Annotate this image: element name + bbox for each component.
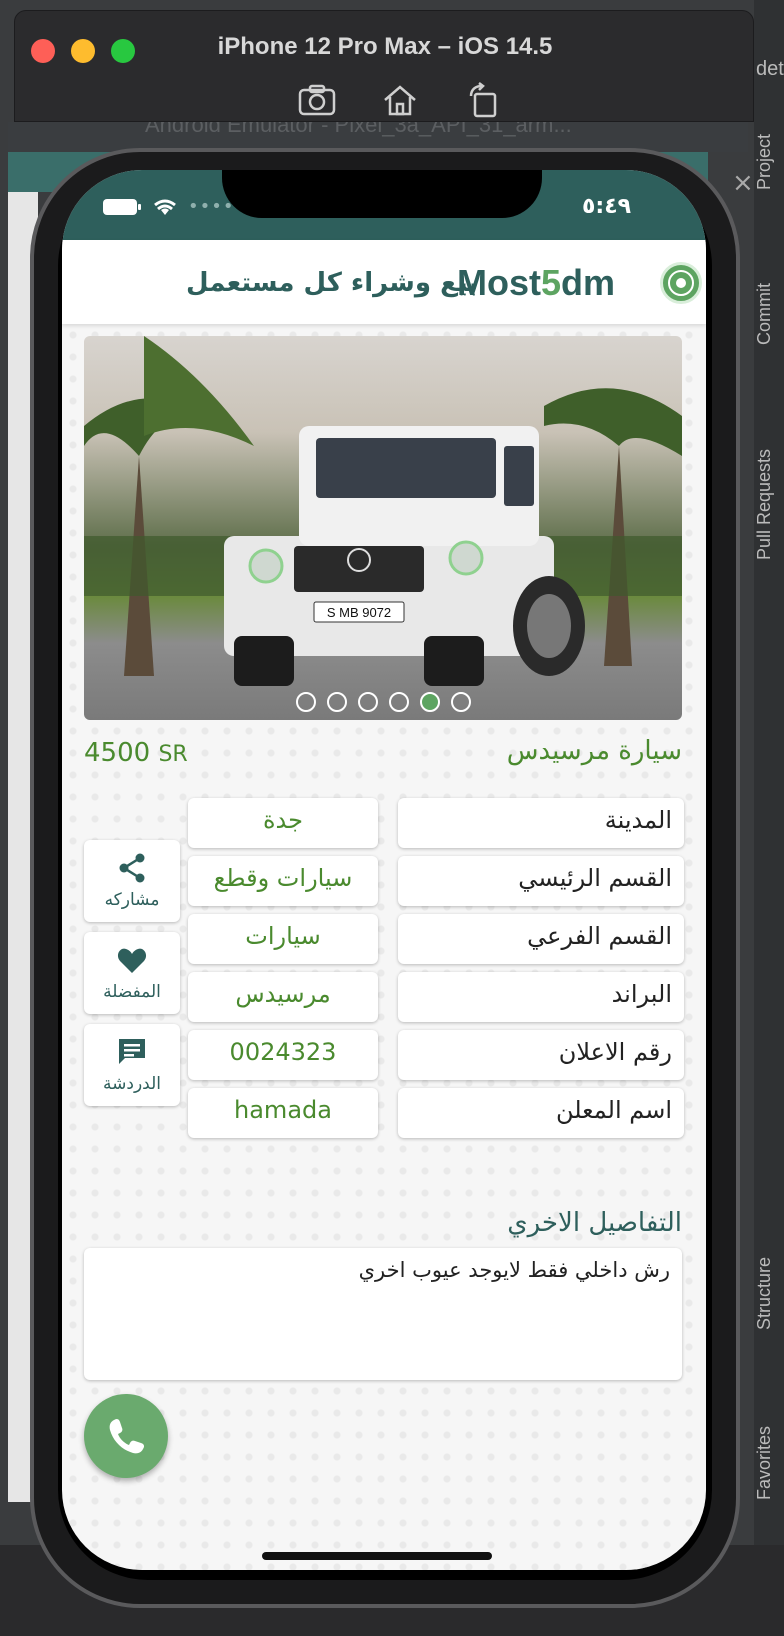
carousel-dot[interactable] — [327, 692, 347, 712]
ide-fragment-text: det — [756, 58, 784, 80]
listing-price: 4500 SR — [84, 738, 188, 768]
phone-notch — [222, 170, 542, 218]
carousel-dot[interactable] — [451, 692, 471, 712]
simulator-title: iPhone 12 Pro Max – iOS 14.5 — [217, 33, 553, 60]
ide-tab-structure[interactable]: Structure — [754, 1257, 775, 1330]
ide-tab-project[interactable]: Project — [754, 134, 775, 190]
field-label-advertiser: اسم المعلن — [398, 1088, 684, 1138]
field-label-brand: البراند — [398, 972, 684, 1022]
carousel-dot[interactable] — [296, 692, 316, 712]
carousel-dot[interactable] — [389, 692, 409, 712]
ide-tab-favorites[interactable]: Favorites — [754, 1426, 775, 1500]
ide-tab-commit[interactable]: Commit — [754, 283, 775, 345]
field-label-city: المدينة — [398, 798, 684, 848]
heart-icon — [117, 948, 147, 973]
other-details-text: رش داخلي فقط لايوجد عيوب اخري — [358, 1258, 670, 1282]
status-clock: ٥:٤٩ — [582, 194, 632, 219]
brand-name: Most5dm — [457, 262, 616, 303]
listing-title-row: سيارة مرسيدس 4500 SR — [84, 736, 682, 776]
car-photo: S MB 9072 — [84, 336, 682, 686]
call-button[interactable] — [84, 1394, 168, 1478]
field-value-brand: مرسيدس — [188, 972, 378, 1022]
favorite-button[interactable]: المفضلة — [84, 932, 180, 1014]
home-indicator[interactable] — [262, 1552, 492, 1560]
svg-text:S MB 9072: S MB 9072 — [327, 605, 391, 620]
brand-tagline: بيع وشراء كل مستعمل — [186, 268, 479, 298]
app-header: Most5dm بيع وشراء كل مستعمل — [62, 240, 706, 324]
phone-icon — [109, 1418, 145, 1454]
carousel-dot[interactable] — [358, 692, 378, 712]
home-icon[interactable] — [378, 79, 422, 121]
field-value-city: جدة — [188, 798, 378, 848]
ide-tab-pull-requests[interactable]: Pull Requests — [754, 449, 775, 560]
share-icon — [119, 853, 145, 883]
image-carousel[interactable]: S MB 9072 — [84, 336, 682, 720]
field-label-ad-number: رقم الاعلان — [398, 1030, 684, 1080]
simulator-titlebar: iPhone 12 Pro Max – iOS 14.5 — [14, 10, 754, 122]
share-button[interactable]: مشاركه — [84, 840, 180, 922]
field-label-sub-category: القسم الفرعي — [398, 914, 684, 964]
chat-button[interactable]: الدردشة — [84, 1024, 180, 1106]
listing-title: سيارة مرسيدس — [506, 736, 682, 766]
carousel-dot-active[interactable] — [420, 692, 440, 712]
field-value-sub-category: سيارات — [188, 914, 378, 964]
app-logo — [660, 262, 702, 304]
field-value-advertiser: hamada — [188, 1088, 378, 1138]
wifi-icon — [154, 199, 176, 215]
field-value-main-category: سيارات وقطع — [188, 856, 378, 906]
screenshot-icon[interactable] — [295, 79, 339, 121]
ide-side-panel — [754, 0, 784, 1636]
chat-icon — [119, 1039, 145, 1064]
favorite-label: المفضلة — [103, 982, 161, 1002]
carousel-dots — [296, 692, 471, 712]
share-label: مشاركه — [104, 890, 160, 910]
chat-label: الدردشة — [103, 1074, 161, 1094]
field-value-ad-number: 0024323 — [188, 1030, 378, 1080]
rotate-icon[interactable] — [461, 79, 505, 121]
close-icon[interactable]: × — [732, 168, 754, 198]
other-details-box: رش داخلي فقط لايوجد عيوب اخري — [84, 1248, 682, 1380]
field-label-main-category: القسم الرئيسي — [398, 856, 684, 906]
app-screen: •••• ٥:٤٩ Most5dm بيع وشراء كل مستعمل S … — [62, 170, 706, 1570]
other-details-title: التفاصيل الاخري — [507, 1208, 682, 1238]
battery-icon — [103, 198, 141, 215]
